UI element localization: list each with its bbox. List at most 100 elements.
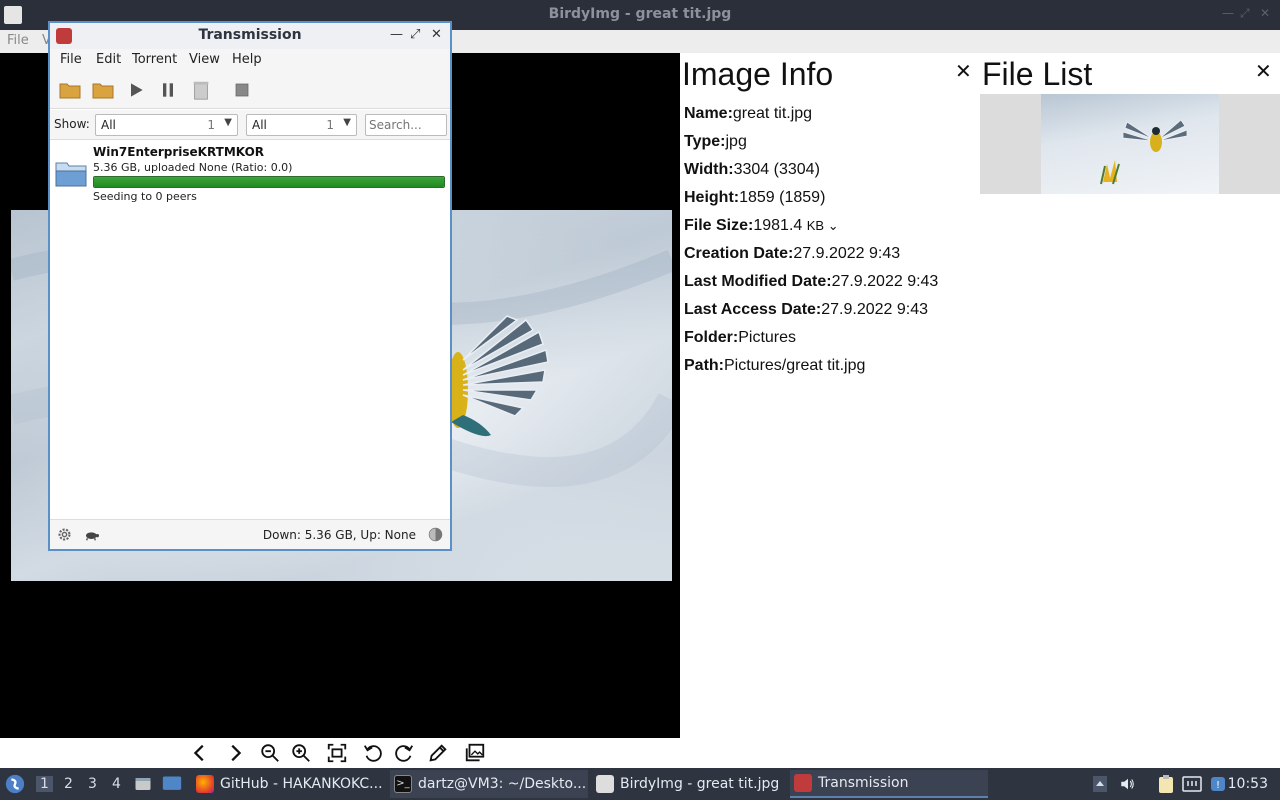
updates-button[interactable]: ! bbox=[1208, 774, 1228, 794]
torrent-progress-bar bbox=[93, 176, 445, 188]
workspace-1[interactable]: 1 bbox=[36, 776, 53, 792]
info-row-folder: Folder:Pictures bbox=[684, 329, 797, 346]
edit-button[interactable] bbox=[425, 741, 451, 765]
tracker-filter-select[interactable]: All 1 ▼ bbox=[246, 114, 357, 136]
file-manager-launcher[interactable] bbox=[134, 768, 154, 800]
info-icon: ! bbox=[1211, 777, 1225, 791]
file-list-close-icon[interactable]: ✕ bbox=[1255, 59, 1272, 83]
ratio-button[interactable] bbox=[427, 526, 444, 547]
turtle-icon bbox=[86, 532, 99, 541]
network-button[interactable] bbox=[1182, 774, 1202, 794]
chevron-left-icon bbox=[193, 744, 204, 762]
info-row-width: Width:3304 (3304) bbox=[684, 161, 820, 178]
gallery-icon bbox=[465, 743, 485, 762]
zoom-in-button[interactable] bbox=[288, 741, 314, 765]
minimize-icon[interactable]: — bbox=[390, 27, 403, 42]
info-row-height: Height:1859 (1859) bbox=[684, 189, 826, 206]
info-row-modified-date: Last Modified Date:27.9.2022 9:43 bbox=[684, 273, 939, 290]
torrent-status: Seeding to 0 peers bbox=[93, 190, 197, 203]
terminal-icon: >_ bbox=[394, 775, 412, 793]
open-url-button[interactable] bbox=[91, 78, 115, 102]
folder-open-icon bbox=[59, 83, 81, 99]
search-input[interactable] bbox=[365, 114, 447, 136]
maximize-icon[interactable]: ⤢ bbox=[1240, 6, 1250, 21]
previous-image-button[interactable] bbox=[187, 741, 213, 765]
menu-edit[interactable]: Edit bbox=[96, 52, 121, 67]
transfer-speed: Down: 5.36 GB, Up: None bbox=[262, 528, 416, 542]
rotate-right-button[interactable] bbox=[391, 741, 417, 765]
menu-help[interactable]: Help bbox=[232, 52, 262, 67]
clock[interactable]: 10:53 bbox=[1228, 776, 1268, 792]
info-row-access-date: Last Access Date:27.9.2022 9:43 bbox=[684, 301, 929, 318]
transmission-toolbar bbox=[50, 71, 450, 109]
desktop-icon bbox=[162, 776, 182, 790]
close-icon[interactable]: ✕ bbox=[431, 27, 442, 42]
menu-file[interactable]: File bbox=[60, 52, 82, 67]
thumbnail-great-tit[interactable] bbox=[1041, 94, 1219, 194]
task-terminal[interactable]: >_ dartz@VM3: ~/Deskto... bbox=[390, 770, 588, 798]
rotate-left-button[interactable] bbox=[360, 741, 386, 765]
transmission-icon bbox=[794, 774, 812, 792]
category-filter-select[interactable]: All 1 ▼ bbox=[95, 114, 238, 136]
clipboard-button[interactable] bbox=[1156, 774, 1176, 794]
gear-icon bbox=[58, 528, 71, 541]
maximize-icon[interactable]: ⤢ bbox=[410, 27, 420, 42]
task-transmission[interactable]: Transmission bbox=[790, 770, 988, 798]
pause-torrent-button[interactable] bbox=[156, 78, 180, 102]
transmission-titlebar: Transmission — ⤢ ✕ bbox=[50, 23, 450, 49]
workspace-2[interactable]: 2 bbox=[64, 776, 73, 792]
properties-button[interactable] bbox=[230, 78, 254, 102]
start-torrent-button[interactable] bbox=[124, 78, 148, 102]
close-icon[interactable]: ✕ bbox=[1260, 6, 1270, 20]
image-info-close-icon[interactable]: ✕ bbox=[955, 59, 972, 83]
torrent-progress-text: 5.36 GB, uploaded None (Ratio: 0.0) bbox=[93, 161, 293, 174]
chevron-down-icon: ⌄ bbox=[827, 218, 839, 233]
next-image-button[interactable] bbox=[222, 741, 248, 765]
zoom-out-icon bbox=[261, 744, 279, 762]
transmission-filterbar: Show: All 1 ▼ All 1 ▼ bbox=[50, 110, 450, 140]
ratio-icon bbox=[428, 527, 443, 542]
fit-screen-icon bbox=[327, 743, 347, 763]
torrent-name: Win7EnterpriseKRTMKOR bbox=[93, 145, 265, 159]
tray-hide-button[interactable] bbox=[1090, 774, 1110, 794]
menu-file[interactable]: File bbox=[7, 33, 29, 48]
svg-text:!: ! bbox=[1216, 780, 1220, 791]
workspace-4[interactable]: 4 bbox=[112, 776, 121, 792]
info-row-file-size: File Size:1981.4 KB ⌄ bbox=[684, 217, 839, 234]
info-row-creation-date: Creation Date:27.9.2022 9:43 bbox=[684, 245, 901, 262]
taskbar: 1 2 3 4 GitHub - HAKANKOKC... >_ dartz@V… bbox=[0, 768, 1280, 800]
image-info-title: Image Info bbox=[682, 56, 834, 92]
fit-to-window-button[interactable] bbox=[324, 741, 350, 765]
workspace-3[interactable]: 3 bbox=[88, 776, 97, 792]
pause-icon bbox=[163, 83, 173, 97]
menu-view[interactable]: View bbox=[189, 52, 220, 67]
menu-torrent[interactable]: Torrent bbox=[132, 52, 177, 67]
start-menu-button[interactable] bbox=[4, 768, 28, 800]
dropdown-arrow-icon: ▼ bbox=[224, 117, 232, 128]
firefox-icon bbox=[196, 775, 214, 793]
folder-icon bbox=[55, 162, 87, 187]
transmission-statusbar: Down: 5.36 GB, Up: None bbox=[50, 519, 450, 549]
zoom-out-button[interactable] bbox=[257, 741, 283, 765]
info-row-path: Path:Pictures/great tit.jpg bbox=[684, 357, 866, 374]
volume-button[interactable] bbox=[1118, 774, 1138, 794]
file-list-strip bbox=[980, 94, 1280, 194]
transmission-menubar: File Edit Torrent View Help bbox=[50, 49, 450, 71]
remove-torrent-button[interactable] bbox=[189, 78, 213, 102]
chevron-right-icon bbox=[231, 744, 242, 762]
torrent-list[interactable]: Win7EnterpriseKRTMKOR 5.36 GB, uploaded … bbox=[50, 141, 450, 519]
turtle-mode-button[interactable] bbox=[84, 527, 100, 546]
properties-icon bbox=[235, 83, 249, 97]
preferences-button[interactable] bbox=[56, 526, 73, 547]
task-firefox-github[interactable]: GitHub - HAKANKOKC... bbox=[192, 770, 388, 798]
open-torrent-button[interactable] bbox=[58, 78, 82, 102]
tray-up-icon bbox=[1093, 776, 1107, 792]
file-size-unit-dropdown[interactable]: KB ⌄ bbox=[807, 218, 839, 233]
task-birdyimg[interactable]: BirdyImg - great tit.jpg bbox=[592, 770, 786, 798]
torrent-row[interactable]: Win7EnterpriseKRTMKOR 5.36 GB, uploaded … bbox=[50, 141, 450, 203]
show-desktop-launcher[interactable] bbox=[162, 768, 184, 800]
gallery-button[interactable] bbox=[462, 741, 488, 765]
play-icon bbox=[131, 83, 143, 97]
volume-icon bbox=[1121, 778, 1134, 790]
minimize-icon[interactable]: — bbox=[1222, 6, 1234, 20]
